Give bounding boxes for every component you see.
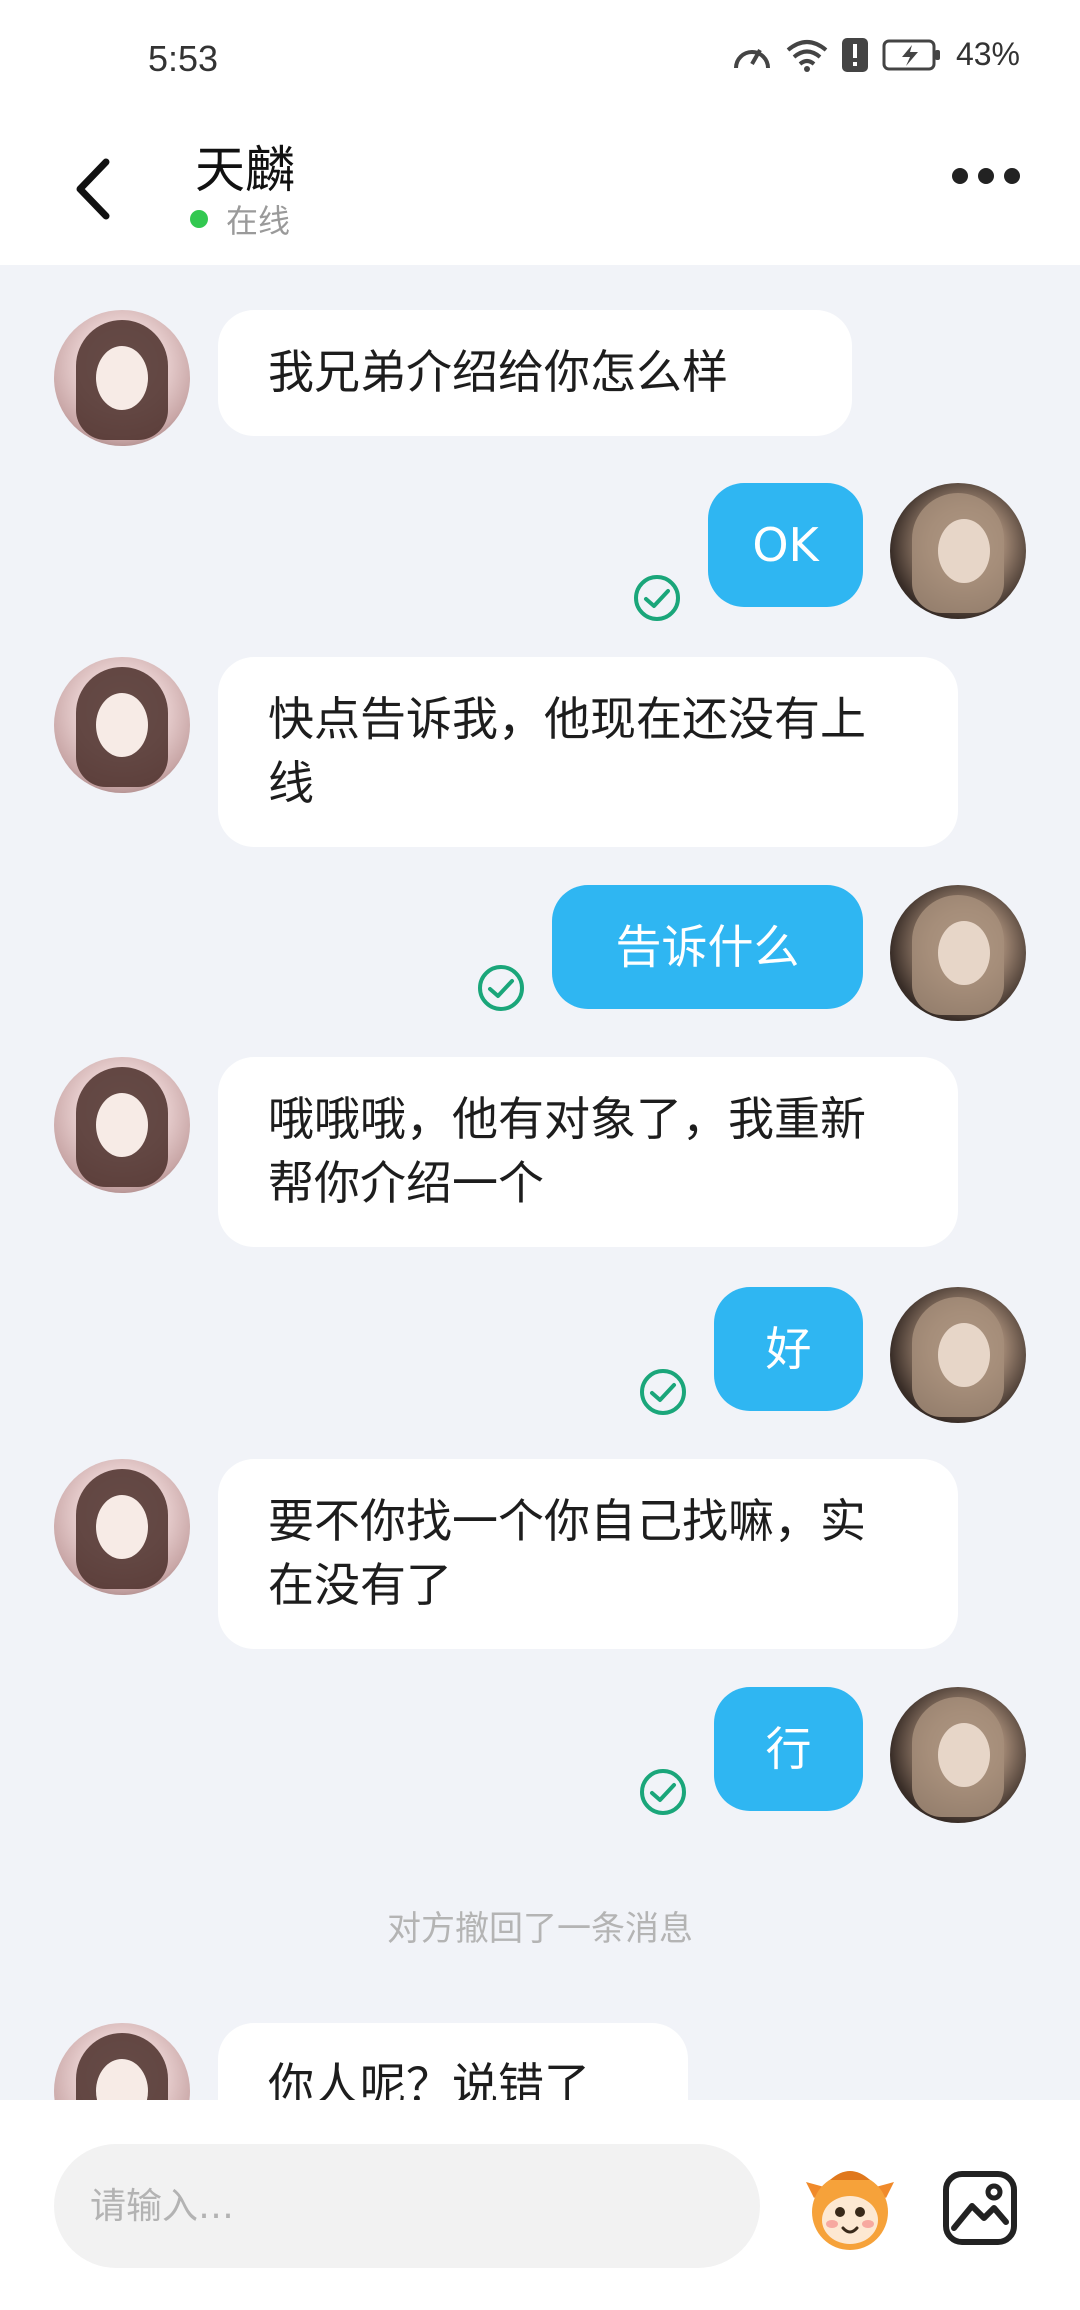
my-avatar[interactable] <box>890 1687 1026 1823</box>
alert-icon <box>841 37 868 72</box>
outgoing-message-bubble[interactable]: OK <box>708 483 863 607</box>
more-options-icon[interactable] <box>952 168 1020 184</box>
sticker-icon[interactable] <box>800 2158 900 2258</box>
my-avatar[interactable] <box>890 1287 1026 1423</box>
contact-avatar[interactable] <box>54 1057 190 1193</box>
status-time: 5:53 <box>148 38 219 79</box>
incoming-message-bubble[interactable]: 哦哦哦，他有对象了，我重新帮你介绍一个 <box>218 1057 958 1247</box>
wifi-icon <box>786 39 828 72</box>
status-icons: 43% <box>732 36 1020 73</box>
my-avatar[interactable] <box>890 885 1026 1021</box>
speed-icon <box>733 48 770 68</box>
read-check-icon <box>640 1369 686 1415</box>
chat-header: 天麟 在线 <box>0 110 1080 265</box>
read-check-icon <box>640 1769 686 1815</box>
my-avatar[interactable] <box>890 483 1026 619</box>
outgoing-message-bubble[interactable]: 好 <box>714 1287 863 1411</box>
read-check-icon <box>478 965 524 1011</box>
input-bar <box>0 2100 1080 2310</box>
message-input[interactable] <box>54 2144 760 2268</box>
message-list[interactable]: 我兄弟介绍给你怎么样 OK 快点告诉我，他现在还没有上线 告诉什么 哦哦哦，他有… <box>0 265 1080 2100</box>
recall-notice: 对方撤回了一条消息 <box>387 1909 693 1949</box>
outgoing-message-bubble[interactable]: 行 <box>714 1687 863 1811</box>
battery-icon <box>882 39 940 70</box>
battery-percent: 43% <box>955 36 1020 72</box>
contact-avatar[interactable] <box>54 1459 190 1595</box>
contact-avatar[interactable] <box>54 657 190 793</box>
outgoing-message-bubble[interactable]: 告诉什么 <box>552 885 863 1009</box>
status-bar: 5:53 43% <box>0 0 1080 110</box>
incoming-message-bubble[interactable]: 我兄弟介绍给你怎么样 <box>218 310 852 436</box>
contact-avatar[interactable] <box>54 2023 190 2100</box>
incoming-message-bubble[interactable]: 快点告诉我，他现在还没有上线 <box>218 657 958 847</box>
incoming-message-bubble[interactable]: 要不你找一个你自己找嘛，实在没有了 <box>218 1459 958 1649</box>
online-dot-icon <box>190 210 208 228</box>
presence-label: 在线 <box>226 202 291 240</box>
contact-name: 天麟 <box>195 141 295 199</box>
incoming-message-bubble[interactable]: 你人呢？说错了 <box>218 2023 688 2100</box>
contact-avatar[interactable] <box>54 310 190 446</box>
image-icon[interactable] <box>942 2170 1018 2246</box>
read-check-icon <box>634 575 680 621</box>
back-icon[interactable] <box>68 154 118 224</box>
presence-status: 在线 <box>190 196 290 242</box>
